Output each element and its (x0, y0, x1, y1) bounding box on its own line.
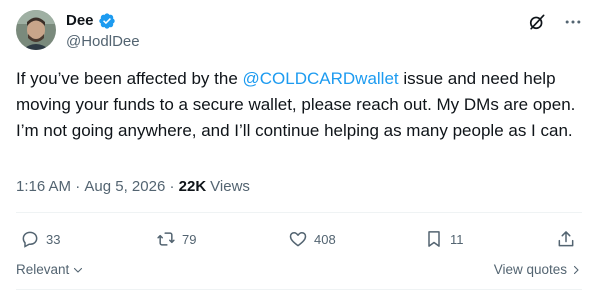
repost-icon (157, 232, 175, 246)
repost-button[interactable]: 79 (156, 229, 196, 249)
avatar[interactable] (16, 10, 56, 50)
share-button[interactable] (556, 229, 576, 249)
more-icon[interactable] (562, 11, 584, 33)
reply-sort-bar: Relevant View quotes (16, 262, 582, 277)
bottom-divider (16, 289, 582, 290)
like-count: 408 (314, 231, 336, 247)
chevron-right-icon (573, 265, 579, 274)
tweet-text: If you’ve been affected by the @COLDCARD… (16, 66, 586, 144)
reply-count: 33 (46, 231, 61, 247)
grok-icon[interactable] (526, 11, 548, 33)
repost-count: 79 (182, 231, 197, 247)
tweet-date[interactable]: Aug 5, 2026 (84, 178, 165, 195)
action-bar: 33 79 408 11 (16, 226, 582, 252)
share-icon (558, 231, 574, 247)
chevron-down-icon (74, 267, 83, 273)
tweet-time[interactable]: 1:16 AM (16, 178, 71, 195)
reply-icon (22, 231, 38, 248)
author-handle[interactable]: @HodlDee (66, 33, 140, 50)
like-button[interactable]: 408 (288, 229, 336, 249)
views-label: Views (210, 178, 250, 195)
verified-badge-icon (98, 12, 116, 30)
view-quotes-label: View quotes (493, 262, 567, 277)
reply-button[interactable]: 33 (20, 229, 60, 249)
avatar-image (16, 10, 56, 50)
relevant-label: Relevant (16, 262, 70, 277)
bookmark-button[interactable]: 11 (424, 229, 464, 249)
tweet-meta: 1:16 AM · Aug 5, 2026 · 22K Views (16, 178, 250, 195)
views-count: 22K (178, 178, 207, 195)
relevant-sort-dropdown[interactable]: Relevant (16, 262, 84, 277)
bookmark-icon (428, 231, 440, 247)
view-quotes-link[interactable]: View quotes (494, 262, 582, 277)
meta-separator-2: · (165, 178, 179, 195)
tweet-text-before: If you’ve been affected by the (16, 69, 243, 88)
author-display-name[interactable]: Dee (66, 12, 94, 30)
like-icon (289, 232, 307, 247)
divider (16, 212, 582, 213)
meta-separator: · (71, 178, 85, 195)
mention-link[interactable]: @COLDCARDwallet (243, 69, 399, 88)
bookmark-count: 11 (450, 231, 464, 247)
